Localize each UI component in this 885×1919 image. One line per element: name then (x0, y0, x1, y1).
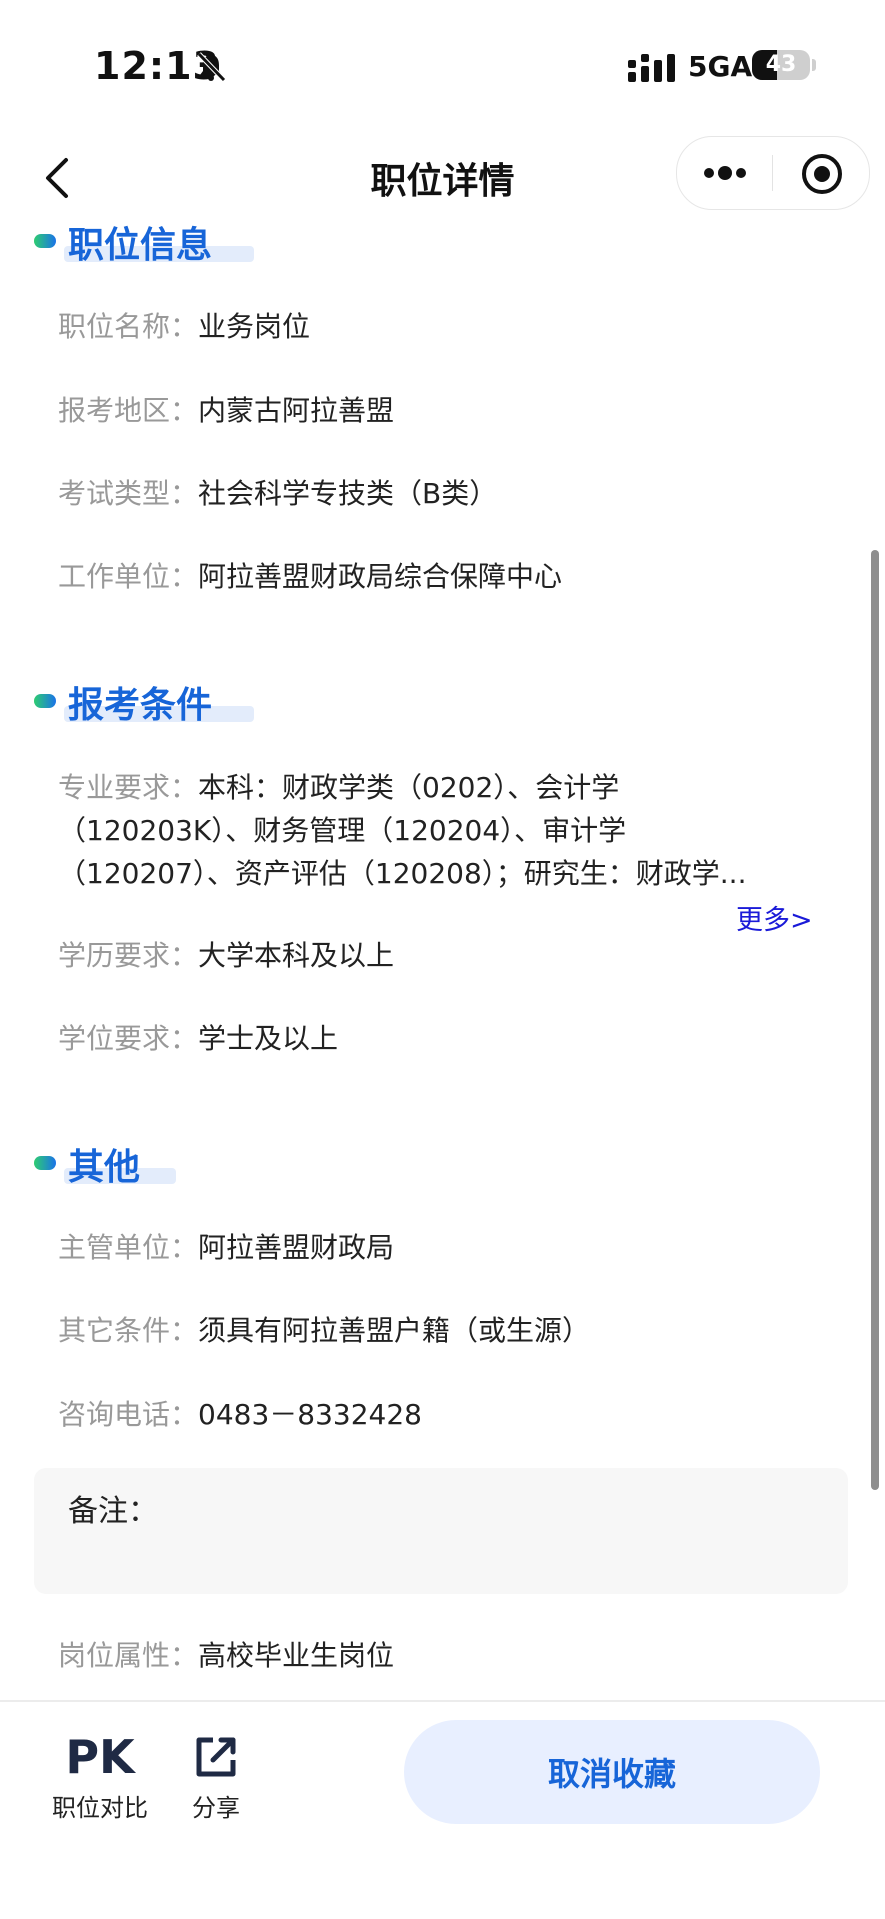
row-value: 阿拉善盟财政局 (198, 1231, 395, 1264)
section-title-text: 报考条件 (68, 685, 213, 726)
row-value: 社会科学专技类（B类） (198, 477, 498, 510)
row-label: 学位要求： (58, 1022, 199, 1055)
close-target-icon[interactable] (799, 151, 845, 197)
cancel-favorite-button[interactable]: 取消收藏 (404, 1720, 820, 1824)
row-contact-phone: 咨询电话：0483－8332428 (58, 1393, 845, 1437)
row-other-conditions: 其它条件：须具有阿拉善盟户籍（或生源） (58, 1309, 845, 1353)
row-label: 其它条件： (58, 1314, 199, 1347)
capsule-divider (772, 155, 773, 191)
row-value: 业务岗位 (198, 310, 311, 343)
remark-box: 备注： (34, 1468, 848, 1594)
row-label: 岗位属性： (58, 1639, 199, 1672)
section-title-text: 其他 (68, 1147, 141, 1188)
row-label: 学历要求： (58, 939, 199, 972)
row-label: 工作单位： (58, 560, 199, 593)
row-work-unit: 工作单位：阿拉善盟财政局综合保障中心 (58, 555, 845, 599)
row-exam-type: 考试类型：社会科学专技类（B类） (58, 472, 845, 516)
row-position-name: 职位名称：业务岗位 (58, 305, 845, 349)
row-position-attribute: 岗位属性：高校毕业生岗位 (58, 1634, 845, 1678)
major-text: 专业要求：本科：财政学类（0202）、会计学（120203K）、财务管理（120… (58, 766, 778, 895)
row-value: 内蒙古阿拉善盟 (198, 394, 395, 427)
row-value: 阿拉善盟财政局综合保障中心 (198, 560, 563, 593)
scrollbar[interactable] (871, 550, 879, 1490)
row-label: 咨询电话： (58, 1398, 199, 1431)
share-button[interactable]: 分享 (184, 1732, 248, 1823)
phone-value[interactable]: 0483－8332428 (198, 1398, 422, 1431)
row-label: 考试类型： (58, 477, 199, 510)
row-education: 学历要求：大学本科及以上 (58, 934, 845, 978)
signal-icon (628, 54, 675, 82)
row-supervising-unit: 主管单位：阿拉善盟财政局 (58, 1226, 845, 1270)
row-value: 学士及以上 (198, 1022, 339, 1055)
row-value: 高校毕业生岗位 (198, 1639, 395, 1672)
share-label: 分享 (192, 1794, 240, 1822)
more-link[interactable]: 更多> (736, 898, 813, 937)
more-dots-icon[interactable] (699, 151, 751, 195)
compare-button[interactable]: PK 职位对比 (48, 1732, 152, 1823)
section-marker-icon (34, 234, 56, 248)
row-major-requirement: 专业要求：本科：财政学类（0202）、会计学（120203K）、财务管理（120… (58, 766, 778, 895)
row-degree: 学位要求：学士及以上 (58, 1017, 845, 1061)
network-type: 5GA (688, 50, 753, 83)
row-label: 主管单位： (58, 1231, 199, 1264)
bottom-action-bar: PK 职位对比 分享 取消收藏 (0, 1702, 885, 1919)
section-marker-icon (34, 694, 56, 708)
battery-percent: 43 (765, 52, 797, 77)
row-exam-region: 报考地区：内蒙古阿拉善盟 (58, 389, 845, 433)
bell-muted-icon (197, 52, 226, 82)
row-label: 职位名称： (58, 310, 199, 343)
row-label: 专业要求： (58, 771, 199, 804)
remark-label: 备注： (68, 1494, 158, 1529)
pk-icon: PK (65, 1730, 135, 1784)
mini-program-capsule (676, 136, 870, 210)
nav-bar: 职位详情 (0, 130, 885, 230)
battery-cap (812, 59, 816, 71)
battery-icon: 43 (752, 50, 810, 80)
row-label: 报考地区： (58, 394, 199, 427)
share-icon (196, 1737, 236, 1777)
status-bar: 12:13 5GA 43 (0, 0, 885, 130)
row-value: 须具有阿拉善盟户籍（或生源） (198, 1314, 591, 1347)
section-marker-icon (34, 1156, 56, 1170)
row-value: 大学本科及以上 (198, 939, 395, 972)
section-title-text: 职位信息 (68, 225, 213, 266)
compare-label: 职位对比 (52, 1794, 148, 1822)
